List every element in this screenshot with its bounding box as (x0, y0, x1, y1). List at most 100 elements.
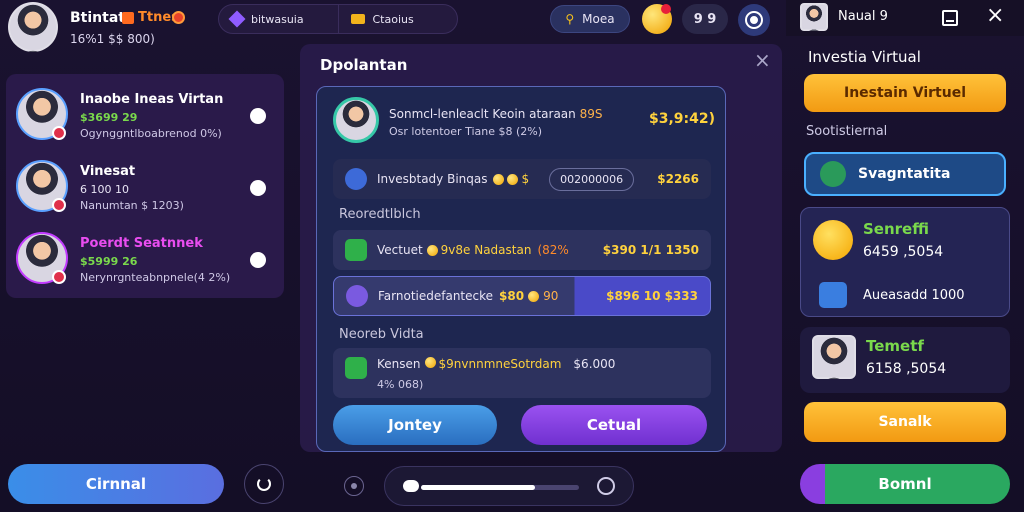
option-sub: 4% 068) (377, 378, 424, 391)
smile-icon (813, 220, 853, 260)
mode-label: Moea (582, 12, 615, 26)
shield-icon (346, 285, 368, 307)
mode-button[interactable]: ⚲ Moea (550, 5, 630, 33)
record-dot (351, 483, 357, 489)
coin-icon (426, 244, 438, 256)
nav-left-label: bitwasuia (251, 12, 304, 26)
coin-icon (424, 357, 436, 368)
investor-avatar (333, 97, 379, 143)
minimize-button[interactable] (942, 10, 958, 26)
option-mid: $9nvnnmneSotrdam (438, 357, 562, 371)
player-name: Poerdt Seatnnek (80, 236, 203, 251)
nav-segment-left[interactable]: bitwasuia (219, 5, 338, 33)
player-option-icon[interactable] (250, 108, 266, 124)
player-avatar (812, 335, 856, 379)
player-detail: Ogynggntlboabrenod 0%) (80, 127, 222, 140)
invest-amount-input[interactable]: 002000006 (549, 167, 635, 191)
bottom-right-button[interactable]: Bomnl (800, 464, 1010, 504)
header-line2: Osr lotentoer Tiane $8 (2%) (389, 125, 543, 138)
rank-badge-icon (52, 198, 66, 212)
settings-button[interactable] (738, 4, 770, 36)
invest-label: Invesbtady Binqas (377, 172, 488, 186)
right-header-title: Naual 9 (838, 9, 888, 24)
option-mid: 9v8e Nadastan (440, 243, 532, 257)
volume-slider[interactable] (421, 485, 579, 490)
user-avatar[interactable] (8, 2, 58, 52)
rank-badge-icon (52, 126, 66, 140)
invest-coins: $ (521, 172, 530, 186)
card-name: Temetf (866, 337, 924, 355)
player-card[interactable]: Vinesat 6 100 10 Nanumtan $ 1203) (16, 154, 276, 218)
option-amount: $390 1/1 1350 (602, 243, 699, 257)
right-avatar[interactable] (800, 3, 828, 31)
player-option-icon[interactable] (250, 180, 266, 196)
coin-icon (507, 173, 519, 185)
modal-close-icon[interactable]: × (754, 48, 771, 72)
right-subtitle: Sootistiernal (806, 124, 888, 139)
coin-icon (528, 290, 540, 302)
player-card[interactable]: Inaobe Ineas Virtan $3699 29 Ogynggntlbo… (16, 82, 276, 146)
shield-icon (345, 168, 367, 190)
cancel-button[interactable]: Cetual (521, 405, 707, 445)
card-amount: 6158 ,5054 (866, 361, 947, 377)
top-nav-pill: bitwasuia Ctaoius (218, 4, 458, 34)
medal-icon (172, 11, 185, 24)
selected-option-label: Svagntatita (858, 166, 951, 182)
rank-badge-icon (52, 270, 66, 284)
orange-action-button[interactable]: Sanalk (804, 402, 1006, 442)
investment-modal: Sonmcl-lenleaclt Keoin ataraan 89S Osr l… (316, 86, 726, 452)
header-line1-extra: 89S (579, 107, 603, 121)
nav-segment-right[interactable]: Ctaoius (337, 5, 458, 33)
cancel-main-button[interactable]: Cirnnal (8, 464, 224, 504)
invest-virtual-button[interactable]: Inestain Virtuel (804, 74, 1006, 112)
timer-button[interactable] (244, 464, 284, 504)
option-label: Vectuet (377, 243, 423, 257)
timer-clock-icon[interactable] (597, 477, 615, 495)
option-row[interactable]: Kensen $9nvnnmneSotrdam $6.000 4% 068) (333, 348, 711, 398)
chart-icon (819, 282, 847, 308)
coin-icon (493, 173, 505, 185)
timer-icon (257, 477, 271, 491)
section-label-2: Neoreb Vidta (339, 327, 424, 342)
player-name: Vinesat (80, 164, 136, 179)
option-row-selected[interactable]: Farnotiedefantecke $80 90 $896 10 $333 (333, 276, 711, 316)
card-name: Senreffi (863, 220, 929, 238)
player-card[interactable]: Poerdt Seatnnek $5999 26 Nerynrgnteabnpn… (16, 226, 276, 290)
player-amount: $3699 29 (80, 111, 138, 124)
cloud-icon (403, 480, 419, 492)
fire-icon (122, 12, 134, 24)
gear-icon (745, 11, 763, 29)
close-icon[interactable]: × (986, 5, 1004, 27)
modal-title: Dpolantan (320, 56, 408, 74)
player-name: Inaobe Ineas Virtan (80, 92, 224, 107)
nav-right-label: Ctaoius (372, 12, 414, 26)
stats-card[interactable]: Senreffi 6459 ,5054 Aueasadd 1000 (800, 207, 1010, 317)
card-sub: Aueasadd 1000 (863, 288, 965, 303)
header-line1-text: Sonmcl-lenleaclt Keoin ataraan (389, 107, 576, 121)
invest-amount: $2266 (657, 172, 699, 186)
minimize-icon (946, 20, 954, 22)
key-icon: ⚲ (565, 12, 575, 26)
cash-icon (345, 357, 367, 379)
player-option-icon[interactable] (250, 252, 266, 268)
option-mid: $80 (499, 289, 525, 303)
player-amount: 6 100 10 (80, 183, 129, 196)
journey-button[interactable]: Jontey (333, 405, 497, 445)
count-chip[interactable]: 9 9 (682, 4, 728, 34)
selected-option[interactable]: Svagntatita (804, 152, 1006, 196)
volume-slider-fill (421, 485, 535, 490)
player-detail: Nanumtan $ 1203) (80, 199, 184, 212)
invest-row[interactable]: Invesbtady Binqas $ 002000006 $2266 (333, 159, 711, 199)
header-line1: Sonmcl-lenleaclt Keoin ataraan 89S (389, 107, 603, 121)
player-detail: Nerynrgnteabnpnele(4 2%) (80, 271, 231, 284)
volume-bar (384, 466, 634, 506)
record-icon[interactable] (344, 476, 364, 496)
right-section-title: Investia Virtual (808, 48, 921, 66)
option-amount: $896 10 $333 (606, 289, 698, 303)
user-name: Btintat (70, 10, 125, 26)
notification-dot (661, 4, 671, 14)
option-row[interactable]: Vectuet 9v8e Nadastan (82% $390 1/1 1350 (333, 230, 711, 270)
swap-icon (820, 161, 846, 187)
option-extra: 90 (543, 289, 559, 303)
player-stat-card[interactable]: Temetf 6158 ,5054 (800, 327, 1010, 393)
